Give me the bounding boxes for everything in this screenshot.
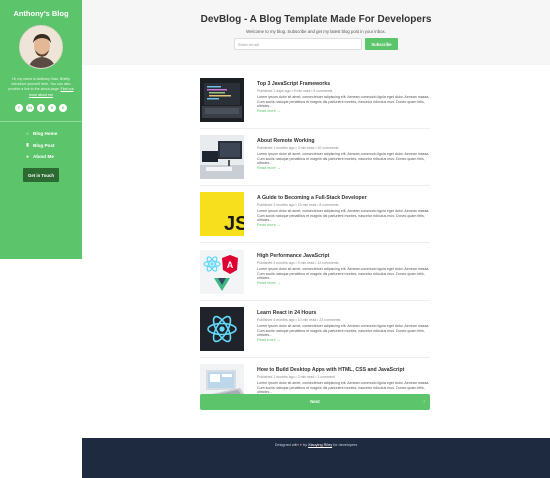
svg-text:JS: JS	[224, 213, 244, 235]
post-excerpt: Lorem ipsum dolor sit amet, consectetuer…	[257, 381, 430, 395]
post-item: About Remote Working Published 1 months …	[200, 135, 430, 180]
nav-item-blog-post[interactable]: ▮ Blog Post	[25, 139, 82, 151]
nav-label: Blog Post	[33, 142, 55, 148]
read-more-link[interactable]: Read more →	[257, 166, 430, 170]
post-meta: Published 3 months ago • 9 min read • 12…	[257, 261, 339, 265]
post-divider	[200, 185, 430, 186]
post-body: Top 3 JavaScript Frameworks Published 1 …	[257, 81, 430, 113]
read-more-link[interactable]: Read more →	[257, 338, 430, 342]
laptop-thumbnail[interactable]	[200, 78, 244, 122]
blog-name[interactable]: Anthony's Blog	[0, 9, 82, 18]
post-divider	[200, 357, 430, 358]
nav-label: Blog Home	[33, 131, 58, 137]
nav-item-blog-home[interactable]: ⌂ Blog Home	[25, 128, 82, 140]
github-icon[interactable]: g	[37, 103, 45, 112]
post-meta: Published 1 months ago • 2 min read • 1 …	[257, 375, 335, 379]
linkedin-icon[interactable]: in	[26, 103, 34, 112]
post-meta: Published 1 months ago • 3 min read • 10…	[257, 146, 339, 150]
post-title[interactable]: How to Build Desktop Apps with HTML, CSS…	[257, 367, 430, 373]
post-title[interactable]: About Remote Working	[257, 138, 430, 144]
post-excerpt: Lorem ipsum dolor sit amet, consectetuer…	[257, 324, 430, 338]
page-title: DevBlog - A Blog Template Made For Devel…	[200, 14, 432, 25]
react-logo-thumbnail[interactable]	[200, 307, 244, 351]
arrow-right-icon: →	[421, 398, 426, 404]
stackoverflow-icon[interactable]: s	[48, 103, 56, 112]
frameworks-thumbnail[interactable]: A	[200, 250, 244, 294]
javascript-logo-thumbnail[interactable]: JS	[200, 192, 244, 236]
post-body: Learn React in 24 Hours Published 5 mont…	[257, 310, 430, 342]
bio-text: Hi, my name is Anthony Xiao. Briefly int…	[8, 77, 74, 97]
post-body: High Performance JavaScript Published 3 …	[257, 253, 430, 285]
post-title[interactable]: Top 3 JavaScript Frameworks	[257, 81, 430, 87]
get-in-touch-button[interactable]: Get in Touch	[23, 168, 59, 183]
user-icon: ●	[26, 154, 29, 160]
twitter-icon[interactable]: t	[15, 103, 23, 112]
codepen-icon[interactable]: c	[59, 103, 67, 112]
post-divider	[200, 128, 430, 129]
social-links: t in g s c	[0, 103, 82, 112]
bookmark-icon: ▮	[26, 142, 29, 148]
sidebar-divider	[0, 120, 82, 122]
footer-credit: Designed with ♥ by Xiaoying Riley for de…	[274, 443, 358, 447]
next-label: Next	[310, 399, 320, 404]
avatar	[19, 25, 63, 69]
post-meta: Published 5 months ago • 10 min read • 2…	[257, 318, 341, 322]
post-item: Top 3 JavaScript Frameworks Published 1 …	[200, 78, 430, 123]
author-link[interactable]: Xiaoying Riley	[308, 443, 332, 447]
post-excerpt: Lorem ipsum dolor sit amet, consectetuer…	[257, 209, 430, 223]
post-excerpt: Lorem ipsum dolor sit amet, consectetuer…	[257, 95, 430, 109]
post-excerpt: Lorem ipsum dolor sit amet, consectetuer…	[257, 267, 430, 281]
page-header: DevBlog - A Blog Template Made For Devel…	[82, 0, 550, 65]
read-more-link[interactable]: Read more →	[257, 223, 430, 227]
post-title[interactable]: High Performance JavaScript	[257, 253, 430, 259]
read-more-link[interactable]: Read more →	[257, 281, 430, 285]
email-input[interactable]	[234, 38, 363, 50]
post-title[interactable]: A Guide to Becoming a Full-Stack Develop…	[257, 195, 430, 201]
post-meta: Published 1 days ago • 5 min read • 8 co…	[257, 89, 333, 93]
desk-thumbnail[interactable]	[200, 135, 244, 179]
home-icon: ⌂	[26, 131, 29, 137]
sidebar-nav: ⌂ Blog Home ▮ Blog Post ● About Me	[0, 128, 82, 163]
post-item: JS A Guide to Becoming a Full-Stack Deve…	[200, 192, 430, 237]
post-body: A Guide to Becoming a Full-Stack Develop…	[257, 195, 430, 227]
footer: Designed with ♥ by Xiaoying Riley for de…	[82, 438, 550, 478]
post-title[interactable]: Learn React in 24 Hours	[257, 310, 430, 316]
post-excerpt: Lorem ipsum dolor sit amet, consectetuer…	[257, 152, 430, 166]
post-divider	[200, 300, 430, 301]
read-more-link[interactable]: Read more →	[257, 109, 430, 113]
next-page-button[interactable]: Next →	[200, 394, 430, 410]
post-meta: Published 2 months ago • 15 min read • 8…	[257, 203, 339, 207]
post-body: About Remote Working Published 1 months …	[257, 138, 430, 170]
page-subtitle: Welcome to my blog. Subscribe and get my…	[246, 29, 386, 34]
post-item: Learn React in 24 Hours Published 5 mont…	[200, 307, 430, 352]
nav-item-about-me[interactable]: ● About Me	[25, 151, 82, 163]
subscribe-button[interactable]: Subscribe	[365, 38, 398, 50]
subscribe-form: Subscribe	[82, 38, 550, 50]
post-divider	[200, 242, 430, 243]
nav-label: About Me	[33, 154, 54, 160]
sidebar: Anthony's Blog Hi, my name is Anthony Xi…	[0, 0, 82, 259]
post-item: A High Performance JavaScript Published …	[200, 250, 430, 295]
svg-text:A: A	[227, 260, 234, 270]
